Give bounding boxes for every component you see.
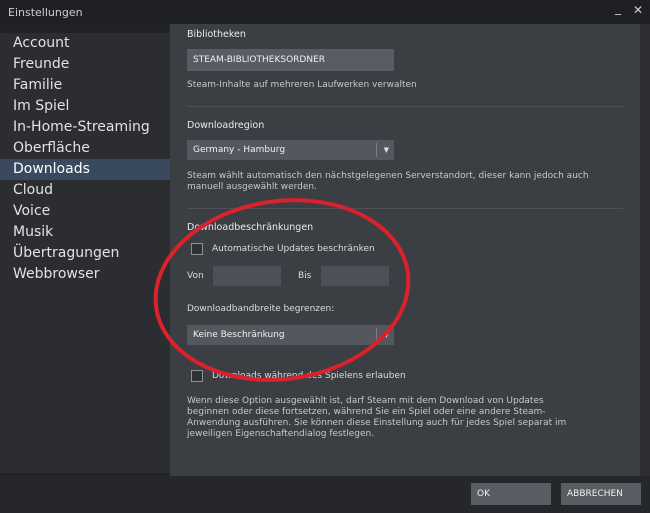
sidebar-item-account[interactable]: Account	[0, 33, 170, 54]
to-label: Bis	[298, 271, 312, 281]
select-separator	[376, 143, 377, 157]
download-restrictions-title: Downloadbeschränkungen	[187, 222, 314, 233]
allow-downloads-during-gameplay-label: Downloads während des Spielens erlauben	[212, 371, 406, 381]
cancel-button[interactable]: ABBRECHEN	[561, 483, 641, 505]
sidebar-item-cloud[interactable]: Cloud	[0, 180, 170, 201]
sidebar-item-voice[interactable]: Voice	[0, 201, 170, 222]
ok-button[interactable]: OK	[471, 483, 551, 505]
download-region-title: Downloadregion	[187, 120, 265, 131]
sidebar-item-downloads[interactable]: Downloads	[0, 159, 170, 180]
bandwidth-limit-select[interactable]: Keine Beschränkung ▼	[187, 325, 394, 345]
steam-library-folders-button[interactable]: STEAM-BIBLIOTHEKSORDNER	[187, 49, 394, 71]
sidebar-item-broadcasting[interactable]: Übertragungen	[0, 243, 170, 264]
limit-auto-updates-label: Automatische Updates beschränken	[212, 244, 375, 254]
sidebar-item-friends[interactable]: Freunde	[0, 54, 170, 75]
download-region-value: Germany - Hamburg	[193, 145, 286, 155]
bandwidth-limit-value: Keine Beschränkung	[193, 330, 285, 340]
to-time-field[interactable]	[321, 266, 389, 286]
close-button[interactable]: ✕	[633, 3, 643, 17]
chevron-down-icon: ▼	[383, 331, 389, 339]
settings-window: Einstellungen _ ✕ Account Freunde Famili…	[0, 0, 650, 513]
gameplay-downloads-description: Wenn diese Option ausgewählt ist, darf S…	[187, 396, 567, 439]
sidebar-item-music[interactable]: Musik	[0, 222, 170, 243]
dialog-footer: OK ABBRECHEN	[0, 476, 650, 513]
sidebar-item-family[interactable]: Familie	[0, 75, 170, 96]
download-region-description: Steam wählt automatisch den nächstgelege…	[187, 171, 589, 192]
sidebar-item-in-home-streaming[interactable]: In-Home-Streaming	[0, 117, 170, 138]
download-region-select[interactable]: Germany - Hamburg ▼	[187, 140, 394, 160]
select-separator	[376, 328, 377, 342]
minimize-button[interactable]: _	[615, 1, 621, 15]
bandwidth-limit-label: Downloadbandbreite begrenzen:	[187, 304, 335, 314]
sidebar-item-web-browser[interactable]: Webbrowser	[0, 264, 170, 285]
libraries-title: Bibliotheken	[187, 29, 246, 40]
sidebar-item-in-game[interactable]: Im Spiel	[0, 96, 170, 117]
from-time-field[interactable]	[213, 266, 281, 286]
limit-auto-updates-checkbox[interactable]	[191, 243, 203, 255]
panel-scrollbar[interactable]	[640, 24, 650, 476]
libraries-description: Steam-Inhalte auf mehreren Laufwerken ve…	[187, 80, 417, 90]
allow-downloads-during-gameplay-checkbox[interactable]	[191, 370, 203, 382]
divider	[187, 208, 623, 209]
settings-sidebar: Account Freunde Familie Im Spiel In-Home…	[0, 33, 170, 473]
divider	[187, 106, 623, 107]
sidebar-item-interface[interactable]: Oberfläche	[0, 138, 170, 159]
chevron-down-icon: ▼	[383, 146, 389, 154]
title-bar: Einstellungen _ ✕	[0, 0, 650, 24]
window-title: Einstellungen	[8, 6, 83, 19]
from-label: Von	[187, 271, 204, 281]
